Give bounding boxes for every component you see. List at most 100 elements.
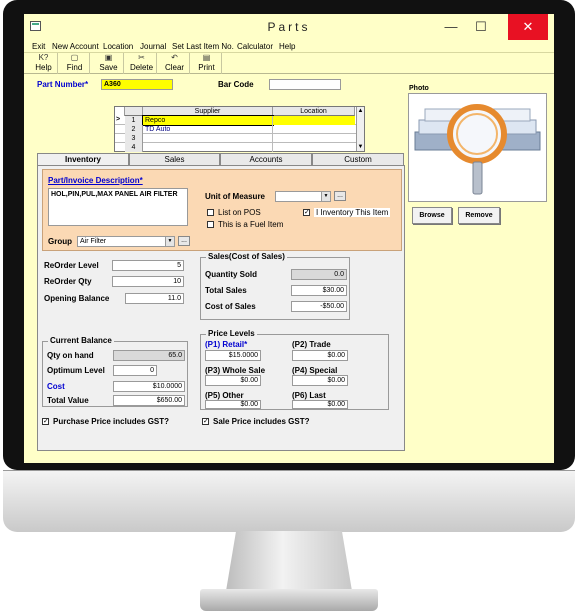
opening-balance-label: Opening Balance xyxy=(44,294,110,303)
menu-exit[interactable]: Exit xyxy=(32,42,45,51)
browse-button[interactable]: Browse xyxy=(412,207,452,224)
print-button[interactable]: ▤ Print xyxy=(192,53,222,74)
supplier-grid: Supplier Location > 1 Repco 2 TD Auto 3 … xyxy=(114,106,365,152)
location-cell[interactable] xyxy=(273,143,355,152)
table-row[interactable]: > 1 Repco xyxy=(115,115,363,126)
uom-browse-button[interactable]: ... xyxy=(334,191,346,201)
row-pointer-icon: > xyxy=(116,116,121,123)
opening-balance-field[interactable]: 11.0 xyxy=(125,293,184,304)
reorder-qty-label: ReOrder Qty xyxy=(44,277,92,286)
minimize-button[interactable]: — xyxy=(436,14,466,40)
row-number: 2 xyxy=(125,125,143,134)
menu-help[interactable]: Help xyxy=(279,42,295,51)
find-button[interactable]: ▢ Find xyxy=(60,53,90,74)
inventory-panel: Part/Invoice Description* HOL,PIN,PUL,MA… xyxy=(37,165,405,451)
p2-field[interactable]: $0.00 xyxy=(292,350,348,361)
location-cell[interactable] xyxy=(273,116,355,125)
location-cell[interactable] xyxy=(273,125,355,134)
monitor-base xyxy=(200,589,378,611)
menu-journal[interactable]: Journal xyxy=(140,42,166,51)
current-balance-group: Current Balance Qty on hand 65.0 Optimum… xyxy=(42,336,188,407)
table-row[interactable]: 3 xyxy=(115,134,363,143)
save-button[interactable]: ▣ Save xyxy=(94,53,124,74)
delete-icon: ✂ xyxy=(138,53,145,62)
menu-new-account[interactable]: New Account xyxy=(52,42,99,51)
menu-calculator[interactable]: Calculator xyxy=(237,42,273,51)
toolbar: K? Help ▢ Find ▣ Save ✂ Delete ↶ Clear ▤… xyxy=(24,52,554,74)
p6-field[interactable]: $0.00 xyxy=(292,400,348,409)
price-levels-title: Price Levels xyxy=(206,329,257,338)
help-icon: K? xyxy=(38,53,49,62)
remove-button[interactable]: Remove xyxy=(458,207,500,224)
supplier-cell[interactable] xyxy=(143,134,273,143)
print-icon: ▤ xyxy=(202,53,211,62)
group-browse-button[interactable]: ... xyxy=(178,236,190,246)
location-column-header[interactable]: Location xyxy=(273,107,355,116)
close-button[interactable]: ✕ xyxy=(508,14,548,40)
group-select[interactable]: Air Filter ▼ xyxy=(77,236,175,247)
bar-code-field[interactable] xyxy=(269,79,341,90)
menu-location[interactable]: Location xyxy=(103,42,133,51)
quantity-sold-label: Quantity Sold xyxy=(205,270,257,279)
clear-label: Clear xyxy=(164,63,185,72)
list-on-pos-label: List on POS xyxy=(218,208,261,217)
p3-label: (P3) Whole Sale xyxy=(205,366,266,375)
scroll-up-icon[interactable]: ▲ xyxy=(357,107,364,115)
p1-field[interactable]: $15.0000 xyxy=(205,350,261,361)
sale-gst-checkbox[interactable]: ✓ xyxy=(202,418,209,425)
tab-accounts[interactable]: Accounts xyxy=(220,153,312,165)
maximize-button[interactable]: ☐ xyxy=(466,14,496,40)
tab-custom[interactable]: Custom xyxy=(312,153,404,165)
chevron-down-icon: ▼ xyxy=(165,237,174,246)
scroll-down-icon[interactable]: ▼ xyxy=(357,143,364,151)
menu-set-last-item[interactable]: Set Last Item No. xyxy=(172,42,234,51)
supplier-cell[interactable]: TD Auto xyxy=(143,125,273,134)
supplier-column-header[interactable]: Supplier xyxy=(143,107,273,116)
current-balance-title: Current Balance xyxy=(48,336,114,345)
clear-button[interactable]: ↶ Clear xyxy=(160,53,190,74)
total-sales-field: $30.00 xyxy=(291,285,347,296)
reorder-level-field[interactable]: 5 xyxy=(112,260,184,271)
tab-sales[interactable]: Sales xyxy=(129,153,220,165)
cost-field[interactable]: $10.0000 xyxy=(113,381,185,392)
purchase-gst-checkbox[interactable]: ✓ xyxy=(42,418,49,425)
location-cell[interactable] xyxy=(273,134,355,143)
row-number: 1 xyxy=(125,116,143,125)
table-row[interactable]: 2 TD Auto xyxy=(115,125,363,134)
part-number-field[interactable]: A360 xyxy=(101,79,173,90)
list-on-pos-checkbox[interactable] xyxy=(207,209,214,216)
description-textarea[interactable]: HOL,PIN,PUL,MAX PANEL AIR FILTER xyxy=(48,188,188,226)
magnifier-image xyxy=(414,104,541,195)
supplier-cell[interactable] xyxy=(143,143,273,152)
clear-icon: ↶ xyxy=(171,53,178,62)
reorder-qty-field[interactable]: 10 xyxy=(112,276,184,287)
cost-of-sales-field: -$50.00 xyxy=(291,301,347,312)
fuel-item-checkbox[interactable] xyxy=(207,221,214,228)
chevron-down-icon: ▼ xyxy=(321,192,330,201)
description-section: Part/Invoice Description* HOL,PIN,PUL,MA… xyxy=(42,169,402,251)
purchase-gst-label: Purchase Price includes GST? xyxy=(53,417,170,426)
help-button[interactable]: K? Help xyxy=(30,53,58,74)
unit-of-measure-select[interactable]: ▼ xyxy=(275,191,331,202)
description-label[interactable]: Part/Invoice Description* xyxy=(48,176,143,185)
qty-on-hand-field: 65.0 xyxy=(113,350,185,361)
monitor-chin xyxy=(3,470,575,532)
optimum-level-field[interactable]: 0 xyxy=(113,365,157,376)
p5-label: (P5) Other xyxy=(205,391,244,400)
inventory-item-checkbox[interactable]: ✓ xyxy=(303,209,310,216)
grid-scrollbar[interactable]: ▲ ▼ xyxy=(356,107,364,151)
table-row[interactable]: 4 xyxy=(115,143,363,152)
p1-label: (P1) Retail* xyxy=(205,340,248,349)
p4-field[interactable]: $0.00 xyxy=(292,375,348,386)
p3-field[interactable]: $0.00 xyxy=(205,375,261,386)
bar-code-label: Bar Code xyxy=(218,80,254,89)
fuel-item-label: This is a Fuel Item xyxy=(218,220,284,229)
cost-of-sales-label: Cost of Sales xyxy=(205,302,256,311)
total-value-label: Total Value xyxy=(47,396,89,405)
delete-button[interactable]: ✂ Delete xyxy=(127,53,157,74)
monitor-stand xyxy=(226,531,352,591)
inventory-item-label: I Inventory This Item xyxy=(314,208,391,217)
part-number-label: Part Number* xyxy=(37,80,89,89)
p5-field[interactable]: $0.00 xyxy=(205,400,261,409)
supplier-cell[interactable]: Repco xyxy=(142,115,274,126)
